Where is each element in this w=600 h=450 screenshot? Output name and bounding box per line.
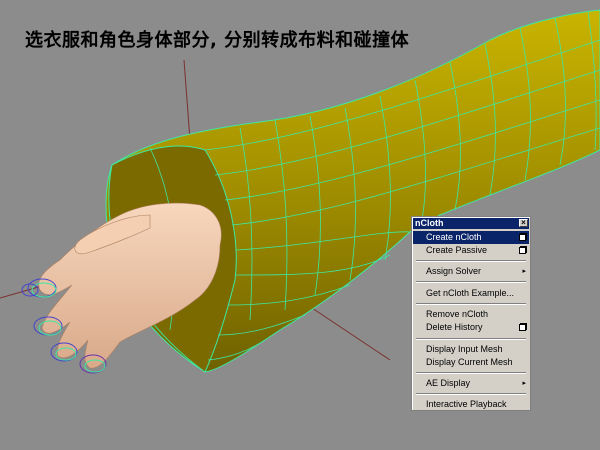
option-box-icon[interactable] xyxy=(519,324,526,331)
menu-item-label: Display Current Mesh xyxy=(426,357,513,367)
close-icon[interactable]: × xyxy=(519,219,528,227)
submenu-arrow-icon: ▸ xyxy=(522,380,526,387)
menu-item-label: Create nCloth xyxy=(426,232,482,242)
menu-separator xyxy=(416,303,526,305)
menu-separator xyxy=(416,338,526,340)
menu-item-label: AE Display xyxy=(426,378,471,388)
option-box-icon[interactable] xyxy=(519,247,526,254)
menu-item-get-ncloth-example[interactable]: Get nCloth Example... xyxy=(413,287,529,300)
ncloth-menu: nCloth × Create nCloth Create Passive As… xyxy=(411,216,531,411)
menu-item-display-current-mesh[interactable]: Display Current Mesh xyxy=(413,356,529,369)
menu-item-ae-display[interactable]: AE Display ▸ xyxy=(413,377,529,390)
menu-title: nCloth xyxy=(415,218,444,228)
menu-separator xyxy=(416,372,526,374)
menu-item-label: Interactive Playback xyxy=(426,399,507,409)
menu-item-remove-ncloth[interactable]: Remove nCloth xyxy=(413,308,529,321)
menu-item-label: Assign Solver xyxy=(426,266,482,276)
menu-title-bar[interactable]: nCloth × xyxy=(413,218,529,229)
menu-separator xyxy=(416,281,526,283)
option-box-icon[interactable] xyxy=(519,234,526,241)
menu-item-label: Remove nCloth xyxy=(426,309,489,319)
menu-item-interactive-playback[interactable]: Interactive Playback xyxy=(413,398,529,411)
menu-item-create-ncloth[interactable]: Create nCloth xyxy=(413,231,529,244)
menu-item-label: Delete History xyxy=(426,322,483,332)
menu-item-label: Create Passive xyxy=(426,245,488,255)
menu-item-display-input-mesh[interactable]: Display Input Mesh xyxy=(413,343,529,356)
menu-item-label: Display Input Mesh xyxy=(426,344,503,354)
submenu-arrow-icon: ▸ xyxy=(522,268,526,275)
menu-item-delete-history[interactable]: Delete History xyxy=(413,321,529,334)
menu-separator xyxy=(416,260,526,262)
scene-axis-line xyxy=(183,59,191,141)
menu-item-label: Get nCloth Example... xyxy=(426,288,515,298)
tutorial-caption: 选衣服和角色身体部分, 分别转成布料和碰撞体 xyxy=(25,30,410,51)
menu-item-create-passive[interactable]: Create Passive xyxy=(413,244,529,257)
menu-item-assign-solver[interactable]: Assign Solver ▸ xyxy=(413,265,529,278)
menu-separator xyxy=(416,393,526,395)
